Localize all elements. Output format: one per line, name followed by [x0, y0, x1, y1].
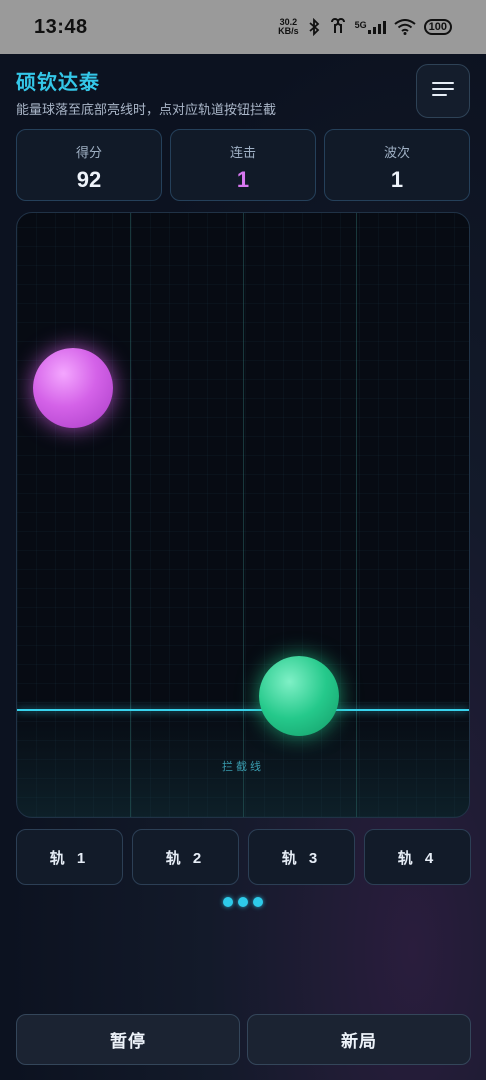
stat-wave: 波次 1: [324, 129, 470, 201]
app-title: 硕钦达泰: [16, 72, 100, 94]
game-board[interactable]: 拦截线: [16, 212, 470, 818]
lane-button-4[interactable]: 轨 4: [364, 829, 471, 885]
lane-divider: [243, 213, 244, 817]
menu-button[interactable]: [416, 64, 470, 118]
lane-button-1[interactable]: 轨 1: [16, 829, 123, 885]
app-subtitle: 能量球落至底部亮线时，点对应轨道按钮拦截: [16, 102, 277, 117]
lane-button-2[interactable]: 轨 2: [132, 829, 239, 885]
stat-score-label: 得分: [75, 145, 102, 160]
earbuds-icon: [329, 18, 347, 36]
new-game-button[interactable]: 新局: [247, 1014, 471, 1065]
stat-combo-label: 连击: [229, 145, 256, 160]
status-icons: 30.2 KB/s 5G 100: [278, 18, 452, 36]
bluetooth-icon: [307, 18, 321, 36]
energy-orb-green: [259, 656, 339, 736]
menu-icon: [432, 81, 454, 102]
energy-orb-pink: [33, 348, 113, 428]
header: 硕钦达泰 能量球落至底部亮线时，点对应轨道按钮拦截: [16, 64, 470, 120]
pager-dot: [253, 897, 263, 907]
stat-score: 得分 92: [16, 129, 162, 201]
battery-icon: 100: [423, 19, 452, 35]
wifi-icon: [394, 19, 416, 35]
stat-combo-value: 1: [236, 167, 250, 192]
lane-divider: [356, 213, 357, 817]
pager-dots: [0, 897, 486, 907]
status-time: 13:48: [34, 15, 88, 38]
pause-button[interactable]: 暂停: [16, 1014, 240, 1065]
network-type: 5G: [354, 20, 367, 30]
stat-score-value: 92: [76, 167, 102, 192]
status-bar: 13:48 30.2 KB/s 5G 100: [0, 0, 486, 54]
net-speed-unit: KB/s: [278, 26, 299, 36]
signal-icon: 5G: [355, 20, 386, 34]
stat-wave-value: 1: [390, 167, 404, 192]
pager-dot: [238, 897, 248, 907]
pager-dot: [223, 897, 233, 907]
lane-button-3[interactable]: 轨 3: [248, 829, 355, 885]
net-speed: 30.2 KB/s: [278, 18, 299, 36]
intercept-label: 拦截线: [222, 761, 264, 773]
stat-combo: 连击 1: [170, 129, 316, 201]
stat-wave-label: 波次: [383, 145, 410, 160]
lane-divider: [130, 213, 131, 817]
intercept-line: [17, 709, 469, 711]
